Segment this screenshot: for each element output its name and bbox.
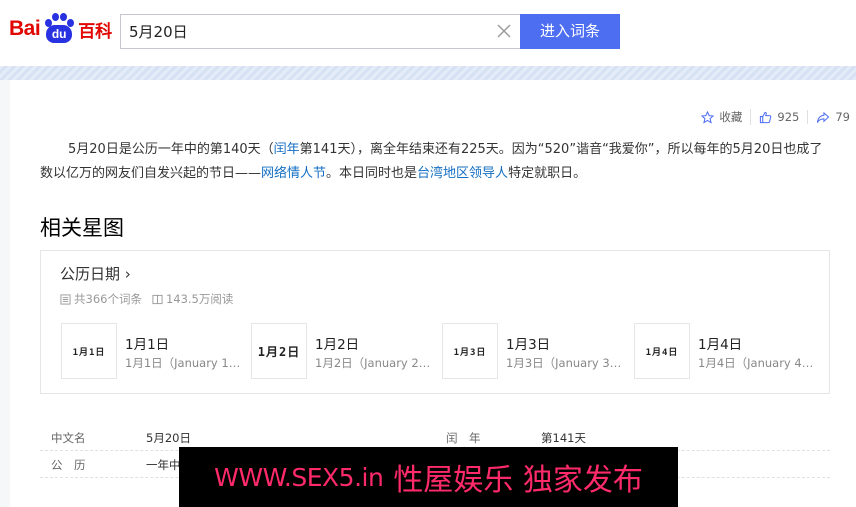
page: Bai du 百科 进入词条 收藏 xyxy=(0,0,856,507)
header-stripe xyxy=(0,66,856,80)
star-map-item[interactable]: 1月3日 1月3日 1月3日（January 3rd） xyxy=(442,323,627,379)
item-title: 1月2日 xyxy=(315,337,360,353)
share-count: 79 xyxy=(835,110,850,124)
logo-baike-text: 百科 xyxy=(78,21,113,42)
star-map-card: 公历日期 › 共366个词条 143.5万阅读 1月1日 1月1日 1月1日（J… xyxy=(40,250,830,394)
item-subtitle: 1月4日（January 4th） xyxy=(698,356,816,370)
link-leap-year[interactable]: 闰年 xyxy=(274,142,300,157)
paw-logo-icon: du xyxy=(41,13,77,45)
logo-bai-text: Bai xyxy=(9,17,41,40)
item-subtitle: 1月2日（January 2nd） xyxy=(315,356,433,370)
list-icon xyxy=(60,293,71,305)
star-map-items: 1月1日 1月1日 1月1日（January 1st） 1月2日 1月2日 1月… xyxy=(61,323,821,379)
info-value: 第141天 xyxy=(541,431,586,445)
item-title: 1月4日 xyxy=(698,337,743,353)
collect-label: 收藏 xyxy=(719,110,743,124)
summary-text-4: 特定就职日。 xyxy=(508,166,587,181)
item-title: 1月1日 xyxy=(125,337,170,353)
info-value: 5月20日 xyxy=(146,431,191,445)
baidu-baike-logo[interactable]: Bai du 百科 xyxy=(9,13,112,45)
logo-du-text: du xyxy=(46,25,73,43)
item-subtitle: 1月3日（January 3rd） xyxy=(506,356,624,370)
like-count: 925 xyxy=(777,110,800,124)
item-thumbnail: 1月2日 xyxy=(251,323,307,379)
item-subtitle: 1月1日（January 1st） xyxy=(125,356,243,370)
item-thumbnail: 1月4日 xyxy=(634,323,690,379)
reads-count-text: 143.5万阅读 xyxy=(165,292,234,306)
info-key: 闰 年 xyxy=(446,431,481,445)
enter-entry-button[interactable]: 进入词条 xyxy=(520,14,620,49)
entry-tools: 收藏 925 79 xyxy=(693,109,850,125)
section-title-star-map: 相关星图 xyxy=(40,216,124,240)
collect-button[interactable]: 收藏 xyxy=(693,109,752,125)
watermark-text: 性屋娱乐 独家发布 xyxy=(393,463,643,498)
item-thumbnail: 1月3日 xyxy=(442,323,498,379)
summary-text-3: 。本日同时也是 xyxy=(326,166,418,181)
info-key: 中文名 xyxy=(51,431,86,445)
star-map-item[interactable]: 1月1日 1月1日 1月1日（January 1st） xyxy=(61,323,246,379)
info-value: 一年中 xyxy=(146,458,181,472)
star-map-item[interactable]: 1月2日 1月2日 1月2日（January 2nd） xyxy=(251,323,436,379)
watermark-url: WWW.SEX5.in xyxy=(214,462,384,492)
entries-count: 共366个词条 xyxy=(60,291,142,307)
card-meta: 共366个词条 143.5万阅读 xyxy=(60,291,243,307)
watermark-banner: WWW.SEX5.in 性屋娱乐 独家发布 xyxy=(179,447,678,507)
link-online-valentines-day[interactable]: 网络情人节 xyxy=(261,166,326,181)
share-button[interactable]: 79 xyxy=(808,110,850,124)
clear-icon[interactable] xyxy=(496,23,512,39)
link-taiwan-leader[interactable]: 台湾地区领导人 xyxy=(417,166,508,181)
item-thumbnail: 1月1日 xyxy=(61,323,117,379)
star-icon xyxy=(701,110,715,124)
star-map-item[interactable]: 1月4日 1月4日 1月4日（January 4th） xyxy=(634,323,819,379)
item-title: 1月3日 xyxy=(506,337,551,353)
reads-count: 143.5万阅读 xyxy=(152,291,233,307)
entries-count-text: 共366个词条 xyxy=(74,292,142,306)
header: Bai du 百科 进入词条 xyxy=(0,0,856,66)
card-title-link[interactable]: 公历日期 › xyxy=(60,263,131,284)
search-input[interactable] xyxy=(121,15,481,48)
book-icon xyxy=(152,294,163,304)
info-key: 公 历 xyxy=(51,458,86,472)
lemma-summary: 5月20日是公历一年中的第140天（闰年第141天），离全年结束还有225天。因… xyxy=(40,138,832,186)
like-button[interactable]: 925 xyxy=(751,110,809,124)
thumbs-up-icon xyxy=(760,111,772,123)
summary-text-1: 5月20日是公历一年中的第140天（ xyxy=(68,142,274,157)
share-icon xyxy=(817,111,830,123)
search-box xyxy=(120,14,520,49)
